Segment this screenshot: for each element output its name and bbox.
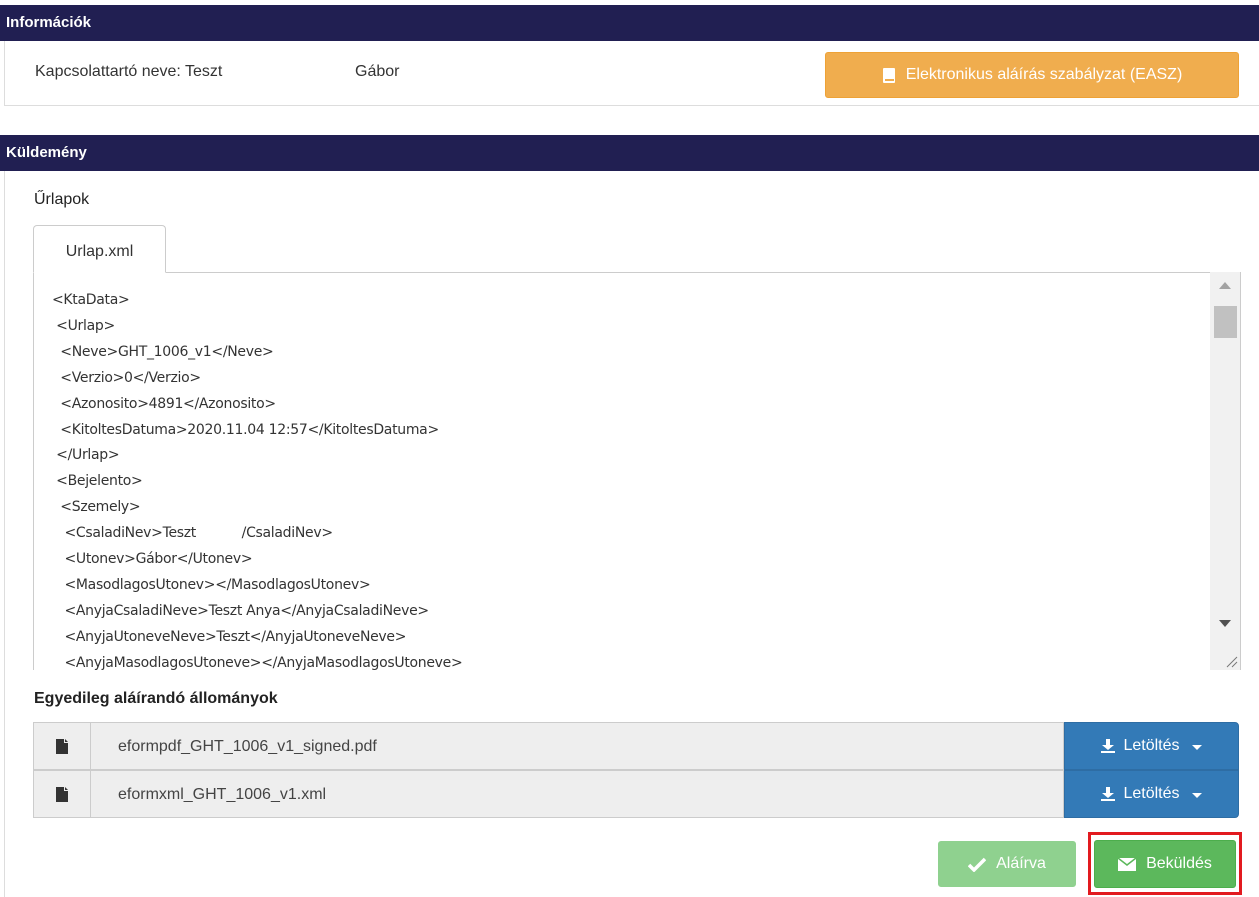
- vertical-scrollbar[interactable]: [1210, 272, 1240, 670]
- send-panel-title: Küldemény: [6, 144, 87, 161]
- submit-button[interactable]: Beküldés: [1094, 840, 1236, 888]
- file-row: eformpdf_GHT_1006_v1_signed.pdf Letöltés: [33, 722, 1239, 770]
- scroll-thumb[interactable]: [1214, 306, 1237, 338]
- file-icon: [56, 786, 68, 802]
- submit-button-label: Beküldés: [1146, 855, 1212, 872]
- resize-grip-icon[interactable]: [1224, 654, 1238, 668]
- xml-content: <KtaData> <Urlap> <Neve>GHT_1006_v1</Nev…: [52, 292, 463, 670]
- send-panel-header: Küldemény: [0, 135, 1259, 171]
- easz-button[interactable]: Elektronikus aláírás szabályzat (EASZ): [825, 52, 1239, 98]
- download-icon: [1101, 787, 1116, 801]
- xml-textarea[interactable]: <KtaData> <Urlap> <Neve>GHT_1006_v1</Nev…: [33, 272, 1241, 670]
- download-button[interactable]: Letöltés: [1064, 722, 1239, 770]
- signed-button[interactable]: Aláírva: [938, 841, 1076, 887]
- signed-button-label: Aláírva: [996, 855, 1046, 872]
- download-button[interactable]: Letöltés: [1064, 770, 1239, 818]
- checkmark-icon: [968, 857, 987, 872]
- file-icon-cell: [33, 722, 91, 770]
- files-label: Egyedileg aláírandó állományok: [34, 690, 278, 707]
- chevron-down-icon: [1191, 744, 1202, 750]
- book-icon: [882, 67, 895, 83]
- info-panel-header: Információk: [0, 5, 1259, 41]
- info-panel-title: Információk: [6, 14, 92, 31]
- file-row: eformxml_GHT_1006_v1.xml Letöltés: [33, 770, 1239, 818]
- contact-name: Kapcsolattartó neve: Teszt Gábor: [35, 63, 399, 81]
- chevron-down-icon: [1191, 792, 1202, 798]
- scroll-down-arrow-icon[interactable]: [1219, 620, 1231, 627]
- easz-button-label: Elektronikus aláírás szabályzat (EASZ): [905, 66, 1183, 83]
- scroll-up-arrow-icon[interactable]: [1219, 282, 1231, 289]
- download-button-label: Letöltés: [1123, 737, 1180, 754]
- file-name: eformxml_GHT_1006_v1.xml: [91, 770, 1064, 818]
- tab-label: Urlap.xml: [65, 243, 134, 260]
- file-table: eformpdf_GHT_1006_v1_signed.pdf Letöltés…: [33, 722, 1239, 818]
- download-button-label: Letöltés: [1123, 785, 1180, 802]
- file-name: eformpdf_GHT_1006_v1_signed.pdf: [91, 722, 1064, 770]
- download-icon: [1101, 739, 1116, 753]
- file-icon-cell: [33, 770, 91, 818]
- envelope-icon: [1118, 857, 1137, 871]
- file-icon: [56, 738, 68, 754]
- contact-label: Kapcsolattartó neve: Teszt: [35, 63, 223, 80]
- tab-urlap-xml[interactable]: Urlap.xml: [33, 225, 166, 273]
- forms-label: Űrlapok: [34, 191, 90, 208]
- contact-given-name: Gábor: [355, 63, 400, 80]
